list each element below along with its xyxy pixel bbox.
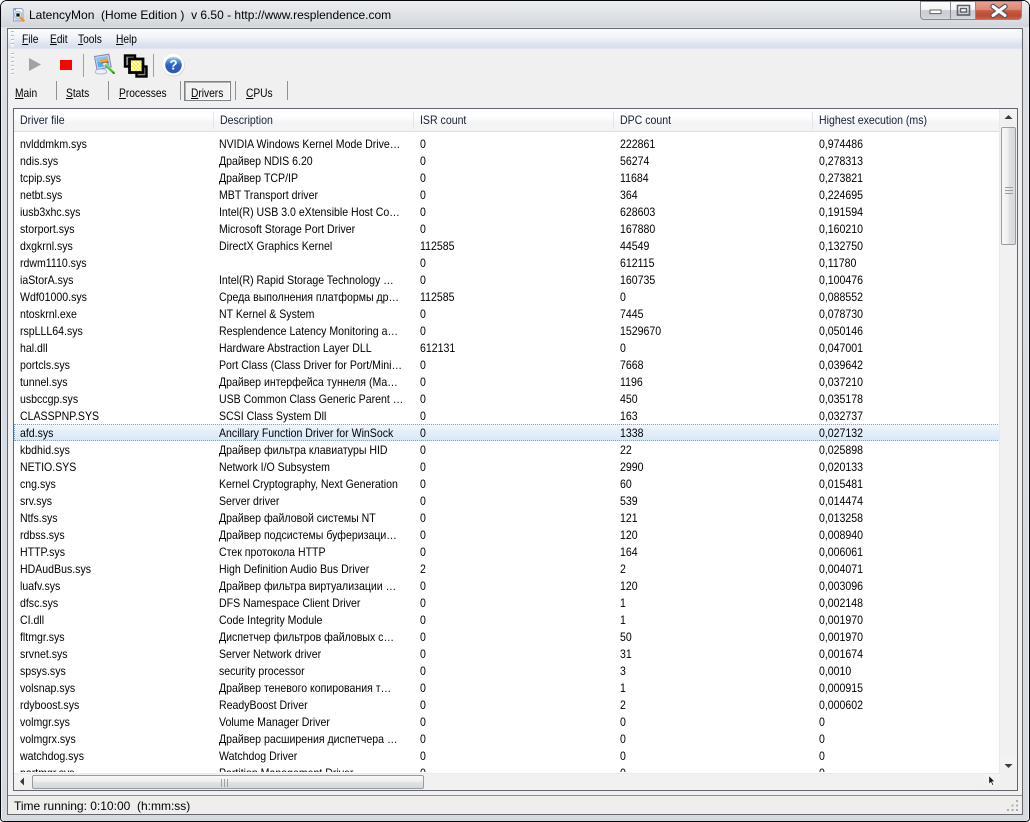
- svg-text:?: ?: [169, 58, 177, 73]
